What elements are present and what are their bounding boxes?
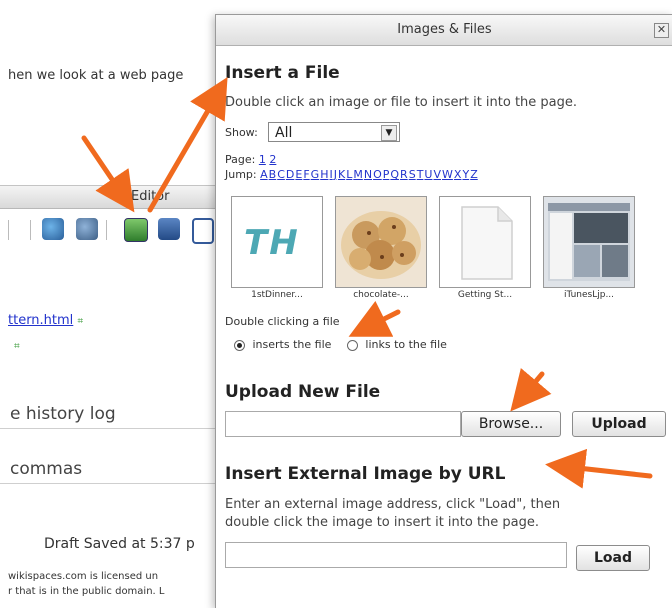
jump-letter-t[interactable]: T — [417, 168, 424, 181]
file-thumbnail-1[interactable]: TH 1stDinner... — [231, 196, 323, 300]
chevron-down-icon[interactable]: ▼ — [381, 125, 397, 141]
cookie-photo-icon — [341, 211, 421, 279]
browse-button[interactable]: Browse... — [461, 411, 561, 437]
page-link-2[interactable]: 2 — [269, 153, 276, 166]
jump-letter-y[interactable]: Y — [462, 168, 469, 181]
jump-letter-k[interactable]: K — [338, 168, 345, 181]
page-link[interactable]: ttern.html ⌗ — [8, 313, 83, 328]
license-text-1: wikispaces.com is licensed un — [8, 571, 159, 582]
file-thumbnail-2[interactable]: chocolate-... — [335, 196, 427, 300]
document-icon — [461, 206, 513, 280]
toolbar-separator — [30, 220, 31, 240]
editor-toolbar — [0, 214, 222, 244]
jump-letter-e[interactable]: E — [295, 168, 302, 181]
external-url-input[interactable] — [225, 542, 567, 568]
commas-field[interactable]: commas — [0, 455, 232, 484]
jump-letter-u[interactable]: U — [424, 168, 432, 181]
editor-header-bar: Editor — [0, 185, 230, 209]
screenshot-icon — [548, 203, 630, 281]
thumb-logo-text: TH — [244, 223, 300, 263]
page-link-1[interactable]: 1 — [259, 153, 266, 166]
jump-label: Jump: — [225, 168, 257, 181]
close-icon[interactable]: ✕ — [654, 23, 669, 38]
insert-table-icon[interactable] — [192, 218, 214, 244]
file-caption: chocolate-... — [353, 290, 409, 300]
jump-letter-d[interactable]: D — [286, 168, 294, 181]
option-inserts-label: inserts the file — [252, 338, 332, 351]
upload-heading: Upload New File — [225, 382, 381, 402]
jump-letter-q[interactable]: Q — [390, 168, 399, 181]
upload-file-input[interactable] — [225, 411, 461, 437]
radio-links[interactable] — [346, 339, 358, 351]
images-files-dialog: Images & Files ✕ Insert a File Double cl… — [215, 14, 672, 608]
jump-letter-l[interactable]: L — [346, 168, 352, 181]
insert-file-heading: Insert a File — [225, 63, 340, 83]
jump-letter-x[interactable]: X — [454, 168, 462, 181]
editor-label: Editor — [131, 189, 170, 204]
page-link-text[interactable]: ttern.html — [8, 313, 73, 328]
wiki-link-icon-small: ⌗ — [14, 341, 20, 352]
external-description-2: double click the image to insert it into… — [225, 515, 540, 530]
jump-letter-z[interactable]: Z — [470, 168, 478, 181]
license-text-2: r that is in the public domain. L — [8, 586, 165, 597]
jump-letter-v[interactable]: V — [433, 168, 441, 181]
external-heading: Insert External Image by URL — [225, 464, 506, 484]
page-row: Page: 1 2 — [225, 153, 276, 166]
load-button[interactable]: Load — [576, 545, 650, 571]
dialog-title: Images & Files — [397, 22, 492, 37]
file-thumbnail-4[interactable]: iTunesLjp... — [543, 196, 635, 300]
jump-letter-c[interactable]: C — [277, 168, 285, 181]
intro-text: hen we look at a web page — [8, 68, 184, 83]
double-click-label: Double clicking a file — [225, 315, 340, 328]
jump-letters: ABCDEFGHIJKLMNOPQRSTUVWXYZ — [260, 168, 479, 181]
jump-letter-g[interactable]: G — [311, 168, 320, 181]
jump-letter-i[interactable]: I — [329, 168, 332, 181]
file-thumbnail-image[interactable] — [439, 196, 531, 288]
jump-letter-b[interactable]: B — [269, 168, 277, 181]
jump-letter-r[interactable]: R — [400, 168, 408, 181]
double-click-options: inserts the file links to the file — [234, 338, 447, 351]
show-select-value: All — [275, 125, 293, 141]
jump-letter-f[interactable]: F — [303, 168, 309, 181]
dialog-titlebar[interactable]: Images & Files ✕ — [216, 15, 672, 46]
wiki-link-icon: ⌗ — [77, 316, 84, 327]
file-thumbnail-image[interactable]: TH — [231, 196, 323, 288]
insert-image-icon[interactable] — [124, 218, 148, 242]
file-caption: iTunesLjp... — [563, 290, 615, 300]
external-description-1: Enter an external image address, click "… — [225, 497, 561, 512]
show-select[interactable]: All ▼ — [268, 122, 400, 142]
people-icon[interactable] — [76, 218, 98, 240]
toolbar-separator — [8, 220, 9, 240]
file-thumbnail-image[interactable] — [543, 196, 635, 288]
jump-letter-j[interactable]: J — [334, 168, 337, 181]
option-links-label: links to the file — [365, 338, 447, 351]
jump-letter-h[interactable]: H — [320, 168, 328, 181]
globe-link-icon[interactable] — [42, 218, 64, 240]
jump-letter-s[interactable]: S — [409, 168, 416, 181]
jump-letter-n[interactable]: N — [364, 168, 372, 181]
jump-row: Jump: ABCDEFGHIJKLMNOPQRSTUVWXYZ — [225, 168, 479, 181]
insert-media-icon[interactable] — [158, 218, 180, 240]
file-caption: 1stDinner... — [251, 290, 303, 300]
file-thumbnail-3[interactable]: Getting St... — [439, 196, 531, 300]
toolbar-separator — [106, 220, 107, 240]
page-label: Page: — [225, 153, 256, 166]
radio-inserts[interactable] — [234, 339, 245, 351]
jump-letter-p[interactable]: P — [383, 168, 390, 181]
file-thumbnail-image[interactable] — [335, 196, 427, 288]
draft-status: Draft Saved at 5:37 p — [44, 536, 195, 552]
history-field[interactable]: e history log — [0, 400, 232, 429]
jump-letter-o[interactable]: O — [373, 168, 382, 181]
jump-letter-w[interactable]: W — [442, 168, 453, 181]
jump-letter-m[interactable]: M — [353, 168, 363, 181]
file-caption: Getting St... — [457, 290, 513, 300]
insert-file-description: Double click an image or file to insert … — [225, 95, 578, 110]
jump-letter-a[interactable]: A — [260, 168, 268, 181]
show-label: Show: — [225, 126, 258, 139]
upload-button[interactable]: Upload — [572, 411, 666, 437]
